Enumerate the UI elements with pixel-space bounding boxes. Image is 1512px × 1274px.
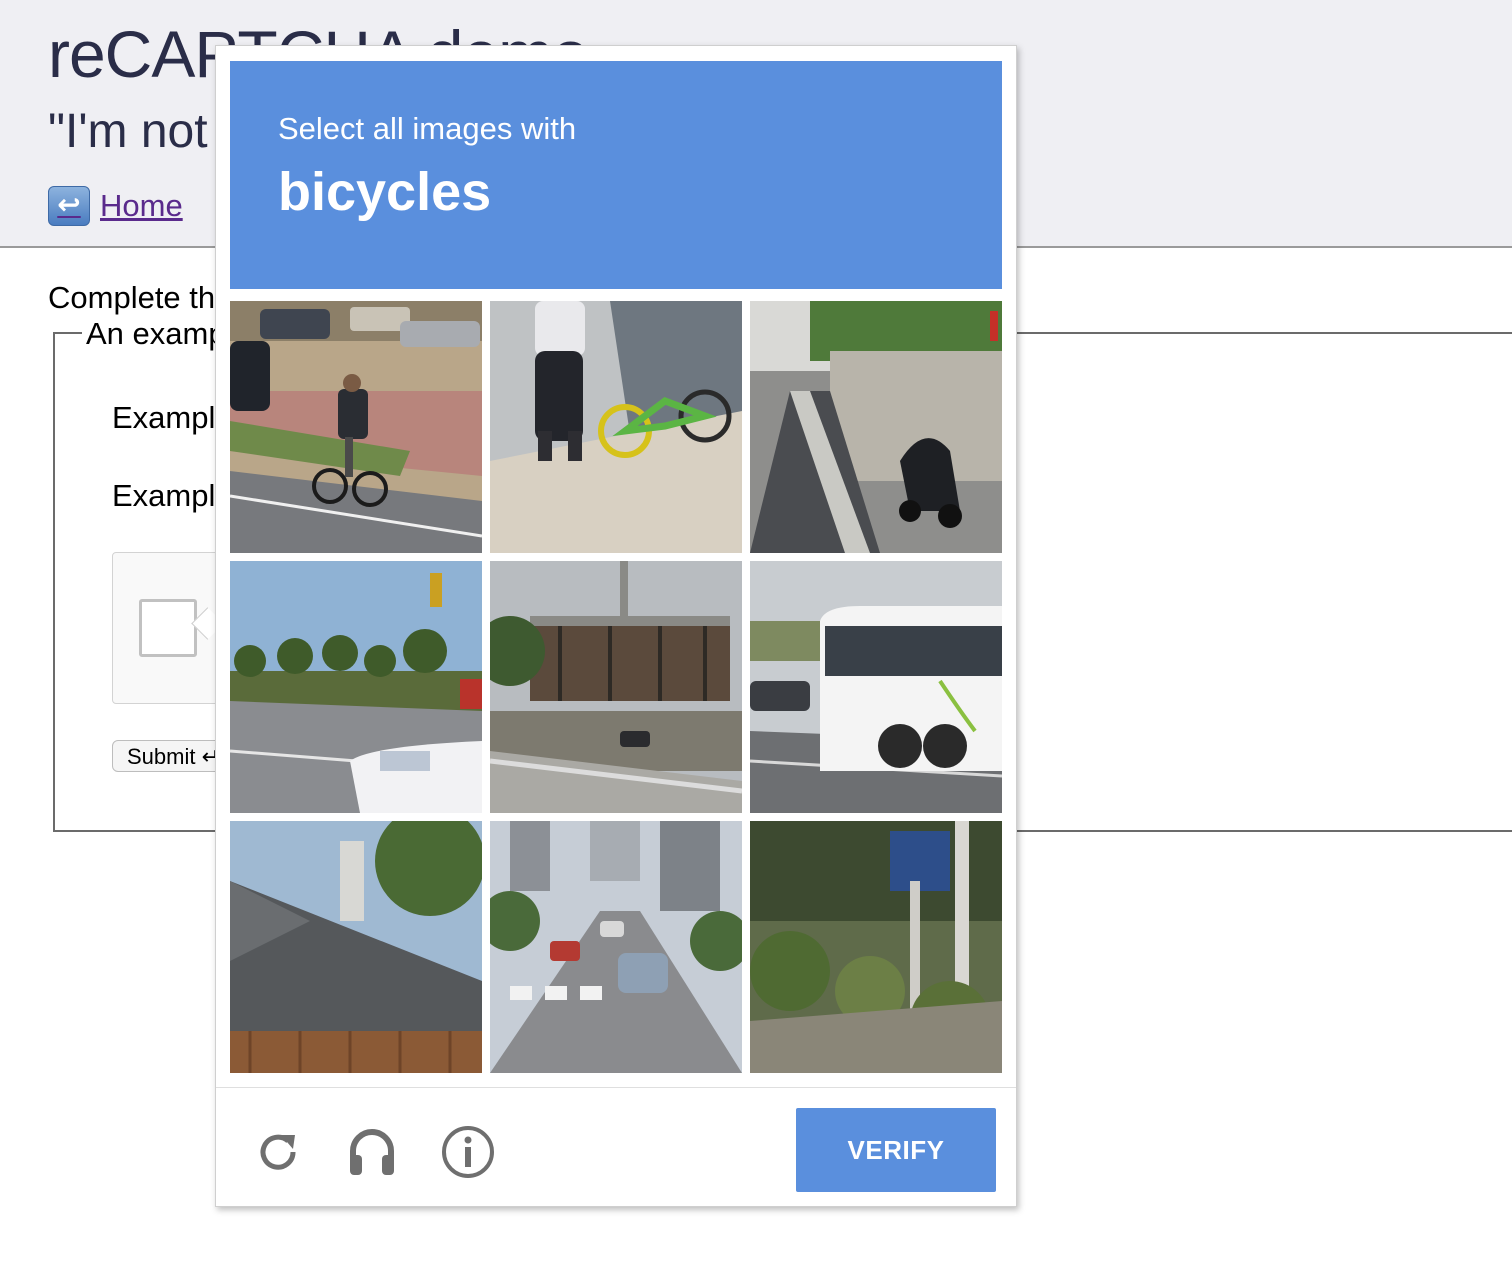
challenge-prompt: Select all images with — [278, 111, 577, 146]
audio-icon[interactable] — [342, 1122, 402, 1182]
image-tile-1[interactable] — [230, 301, 482, 553]
image-tile-2[interactable] — [490, 301, 742, 553]
challenge-header: Select all images with bicycles — [230, 61, 1002, 289]
return-arrow-icon: ↩ — [48, 186, 90, 226]
recaptcha-challenge-dialog: Select all images with bicycles VERIFY — [215, 45, 1017, 1207]
image-tile-4[interactable] — [230, 561, 482, 813]
example-field-label: Exampl — [112, 400, 216, 435]
image-tile-7[interactable] — [230, 821, 482, 1073]
verify-button[interactable]: VERIFY — [796, 1108, 996, 1192]
image-tile-8[interactable] — [490, 821, 742, 1073]
image-tile-grid — [230, 301, 1002, 1073]
home-link-label: Home — [100, 188, 183, 223]
fieldset-legend: An examp — [82, 316, 230, 352]
not-a-robot-checkbox[interactable] — [139, 599, 197, 657]
challenge-footer: VERIFY — [216, 1087, 1016, 1207]
page-subtitle: "I'm not — [48, 105, 208, 158]
image-tile-9[interactable] — [750, 821, 1002, 1073]
home-link[interactable]: ↩ Home — [48, 186, 183, 226]
example-field-label-2: Exampl — [112, 478, 216, 513]
info-icon[interactable] — [438, 1122, 498, 1182]
image-tile-3[interactable] — [750, 301, 1002, 553]
instructions-text: Complete th — [48, 280, 216, 315]
reload-icon[interactable] — [248, 1122, 308, 1182]
image-tile-5[interactable] — [490, 561, 742, 813]
challenge-keyword: bicycles — [278, 162, 492, 222]
image-tile-6[interactable] — [750, 561, 1002, 813]
